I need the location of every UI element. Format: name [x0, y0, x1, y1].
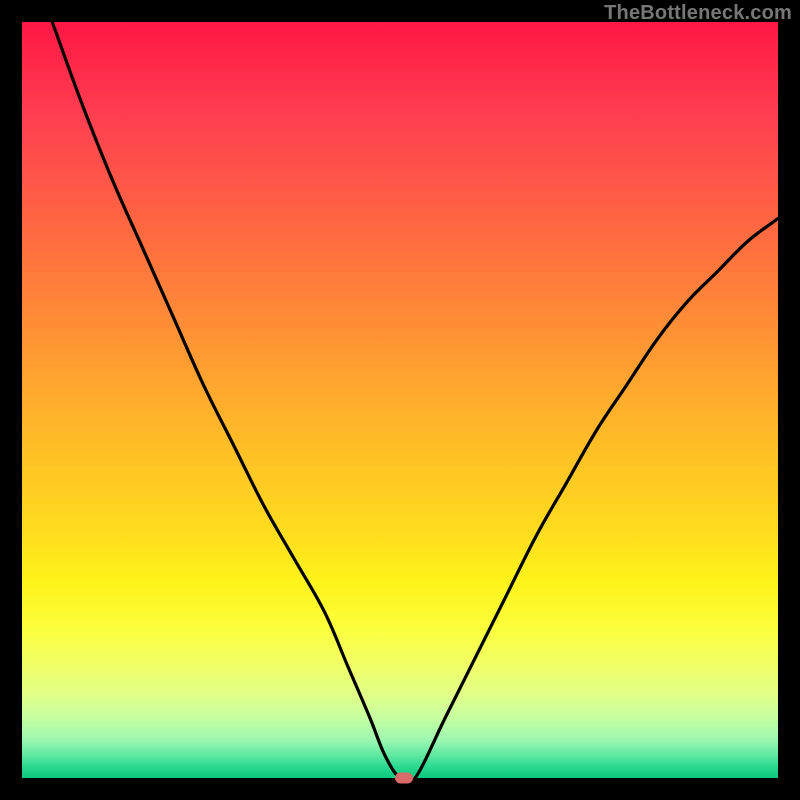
- bottleneck-curve: [22, 22, 778, 778]
- plot-area: [22, 22, 778, 778]
- curve-svg: [22, 22, 778, 778]
- chart-container: TheBottleneck.com: [0, 0, 800, 800]
- watermark-text: TheBottleneck.com: [604, 2, 792, 25]
- optimum-marker: [395, 773, 413, 784]
